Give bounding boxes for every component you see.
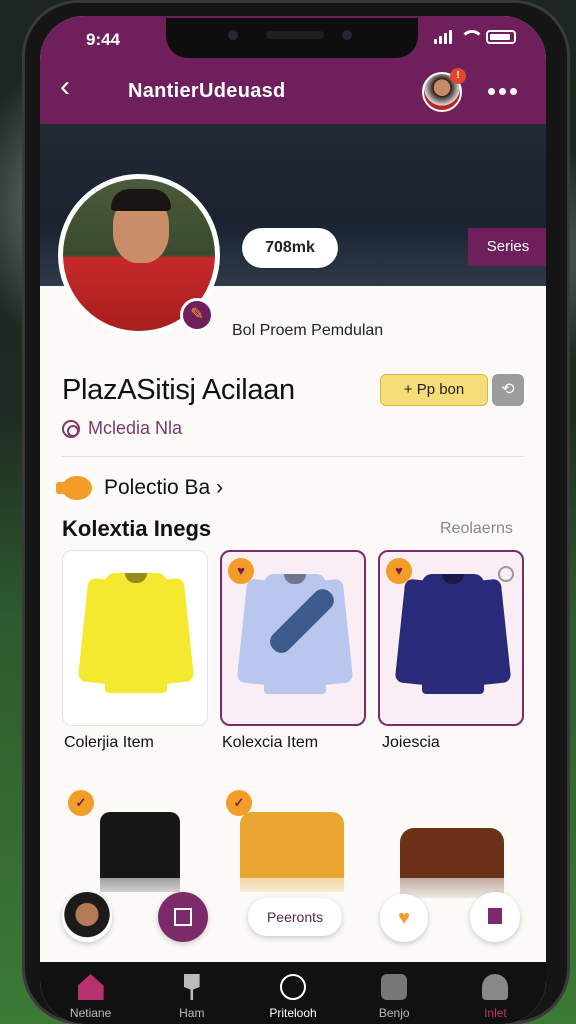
jersey-image [77,573,195,693]
tab-label: Netiane [69,1006,112,1020]
item-caption: Joiescia [382,734,440,751]
series-button[interactable]: Series [468,228,546,266]
back-button[interactable]: ‹ [60,72,82,102]
item-card-1[interactable] [62,550,208,726]
tab-label: Pritelooh [269,1006,317,1020]
page-title: NantierUdeuasd [128,80,286,102]
front-camera [342,30,352,40]
follow-button[interactable]: + Pp bon [380,374,488,406]
person-icon [482,974,509,1000]
item-card-4[interactable]: ✓ [62,788,208,892]
presents-pill[interactable]: Peeronts [248,898,342,936]
tab-bar: Netiane Ham Pritelooh Benjo Inlet [40,962,546,1024]
video-icon [381,974,408,1000]
share-icon[interactable]: ⟲ [492,374,524,406]
tab-label: Benjo [378,1006,410,1020]
jersey-image [394,574,512,694]
player-hair [111,189,171,211]
divider [62,456,524,457]
signal-icon [434,30,452,44]
pin-icon [183,974,200,1000]
tab-label: Ham [179,1006,205,1020]
battery-icon [486,30,516,44]
item-caption: Colerjia Item [64,734,154,751]
item-card-3[interactable]: ♥ [378,550,524,726]
instagram-icon [62,419,80,438]
tab-video[interactable]: Benjo [344,962,445,1024]
frame-icon[interactable] [158,892,208,942]
tag-icon: ✓ [68,790,94,816]
item-caption: Kolexcia Item [222,734,319,751]
collection-link-label: Polectio Ba › [104,476,224,499]
item-card-2[interactable]: ♥ [220,550,366,726]
section-title: Kolextia Inegs [62,516,212,541]
tab-label: Inlet [484,1006,507,1020]
wifi-icon [460,30,484,44]
user-circle-icon [280,974,306,1000]
tab-account[interactable]: Inlet [445,962,546,1024]
bookmark-icon[interactable] [470,892,520,942]
fish-icon [56,476,92,500]
speaker [266,31,324,39]
handle-text: Mcledia Nla [88,418,183,438]
heart-icon[interactable]: ♥ [380,894,428,942]
collection-link[interactable]: Polectio Ba › [56,476,224,500]
profile-name: PlazASitisj Acilaan [62,374,295,406]
app-screen: 9:44 ‹ NantierUdeuasd ! ✎ 708mk Series B… [40,16,546,1024]
item-card-5[interactable]: ✓ [220,788,366,892]
tab-profile[interactable]: Pritelooh [242,962,343,1024]
status-icons [434,30,516,44]
floating-action-bar: Peeronts ♥ [40,878,546,962]
status-time: 9:44 [86,30,121,49]
home-icon [77,974,104,1000]
profile-subtitle: Bol Proem Pemdulan [232,322,384,339]
jersey-image [236,574,354,694]
tab-home[interactable]: Netiane [40,962,141,1024]
profile-handle[interactable]: Mcledia Nla [62,418,182,439]
more-options-icon[interactable] [488,88,517,95]
tab-team[interactable]: Ham [141,962,242,1024]
notification-badge: ! [450,68,466,84]
user-avatar-button[interactable] [62,892,112,942]
sensor-dot [228,30,238,40]
item-card-6[interactable] [378,788,524,898]
followers-pill[interactable]: 708mk [242,228,338,268]
notch [166,18,418,58]
verified-badge-icon: ✎ [180,298,214,332]
section-see-all-link[interactable]: Reolaerns [440,520,513,538]
